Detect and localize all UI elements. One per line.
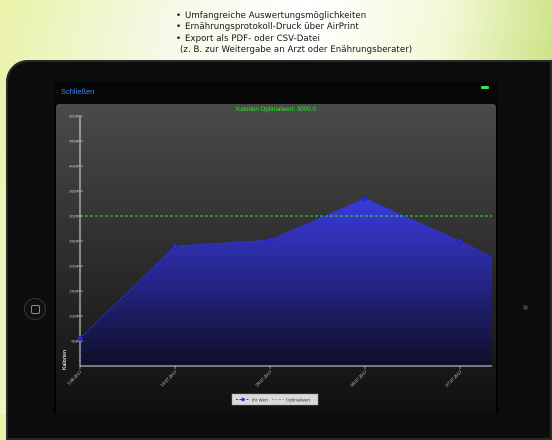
y-axis-label: Kalorien bbox=[62, 350, 68, 370]
bullet-marker: • bbox=[176, 22, 182, 33]
y-tick-label: 4000 bbox=[69, 164, 79, 169]
bullet-item: • Ernährungsprotokoll-Druck über AirPrint bbox=[176, 22, 552, 33]
home-button-icon bbox=[24, 298, 46, 320]
y-tick-label: 1500 bbox=[69, 289, 79, 294]
series-data-point bbox=[362, 195, 368, 202]
camera-icon bbox=[523, 305, 528, 310]
bullet-item: • Export als PDF- oder CSV-Datei bbox=[176, 34, 552, 45]
feature-bullet-list: • Umfangreiche Auswertungsmöglichkeiten •… bbox=[176, 11, 552, 56]
y-tick-label: 2500 bbox=[69, 239, 79, 244]
series-data-point bbox=[172, 243, 178, 249]
chart-legend: Ihr Wert Optimalwert bbox=[231, 393, 319, 406]
home-square-icon bbox=[31, 305, 40, 314]
bullet-item: • Umfangreiche Auswertungsmöglichkeiten bbox=[176, 11, 552, 22]
navigation-bar: Schließen bbox=[54, 82, 498, 104]
bullet-marker: • bbox=[176, 33, 182, 44]
y-tick-label: 3500 bbox=[69, 189, 79, 194]
series-data-point bbox=[77, 335, 83, 342]
series-data-point bbox=[267, 237, 273, 243]
y-tick-label: 1000 bbox=[69, 314, 79, 319]
series-data-point bbox=[457, 238, 463, 244]
calorie-chart: 5001000150020002500300035004000450050001… bbox=[56, 104, 496, 414]
bullet-text: Umfangreiche Auswertungsmöglichkeiten bbox=[185, 11, 367, 21]
y-tick-label: 2000 bbox=[69, 264, 79, 269]
app-screen: Schließen 500 1000 1500 2000 2500 3000 3500 400… bbox=[54, 82, 498, 414]
legend-series-marker bbox=[241, 397, 245, 402]
bullet-text: Ernährungsprotokoll-Druck über AirPrint bbox=[185, 22, 359, 33]
bullet-text: Export als PDF- oder CSV-Datei bbox=[185, 33, 320, 44]
y-tick-label: 4500 bbox=[69, 139, 79, 144]
y-tick-label: 3000 bbox=[69, 214, 79, 219]
close-button[interactable]: Schließen bbox=[61, 87, 94, 96]
bullet-marker: • bbox=[176, 11, 182, 21]
battery-indicator-icon bbox=[481, 86, 489, 89]
legend-series-label: Ihr Wert bbox=[252, 398, 269, 403]
chart-title: Kalorien Optimalwert: 3000.0 bbox=[236, 106, 316, 113]
bullet-subtext: (z. B. zur Weitergabe an Arzt oder Enähr… bbox=[180, 44, 413, 55]
legend-reference-label: Optimalwert bbox=[286, 398, 311, 403]
y-tick-label: 5000 bbox=[69, 114, 79, 119]
